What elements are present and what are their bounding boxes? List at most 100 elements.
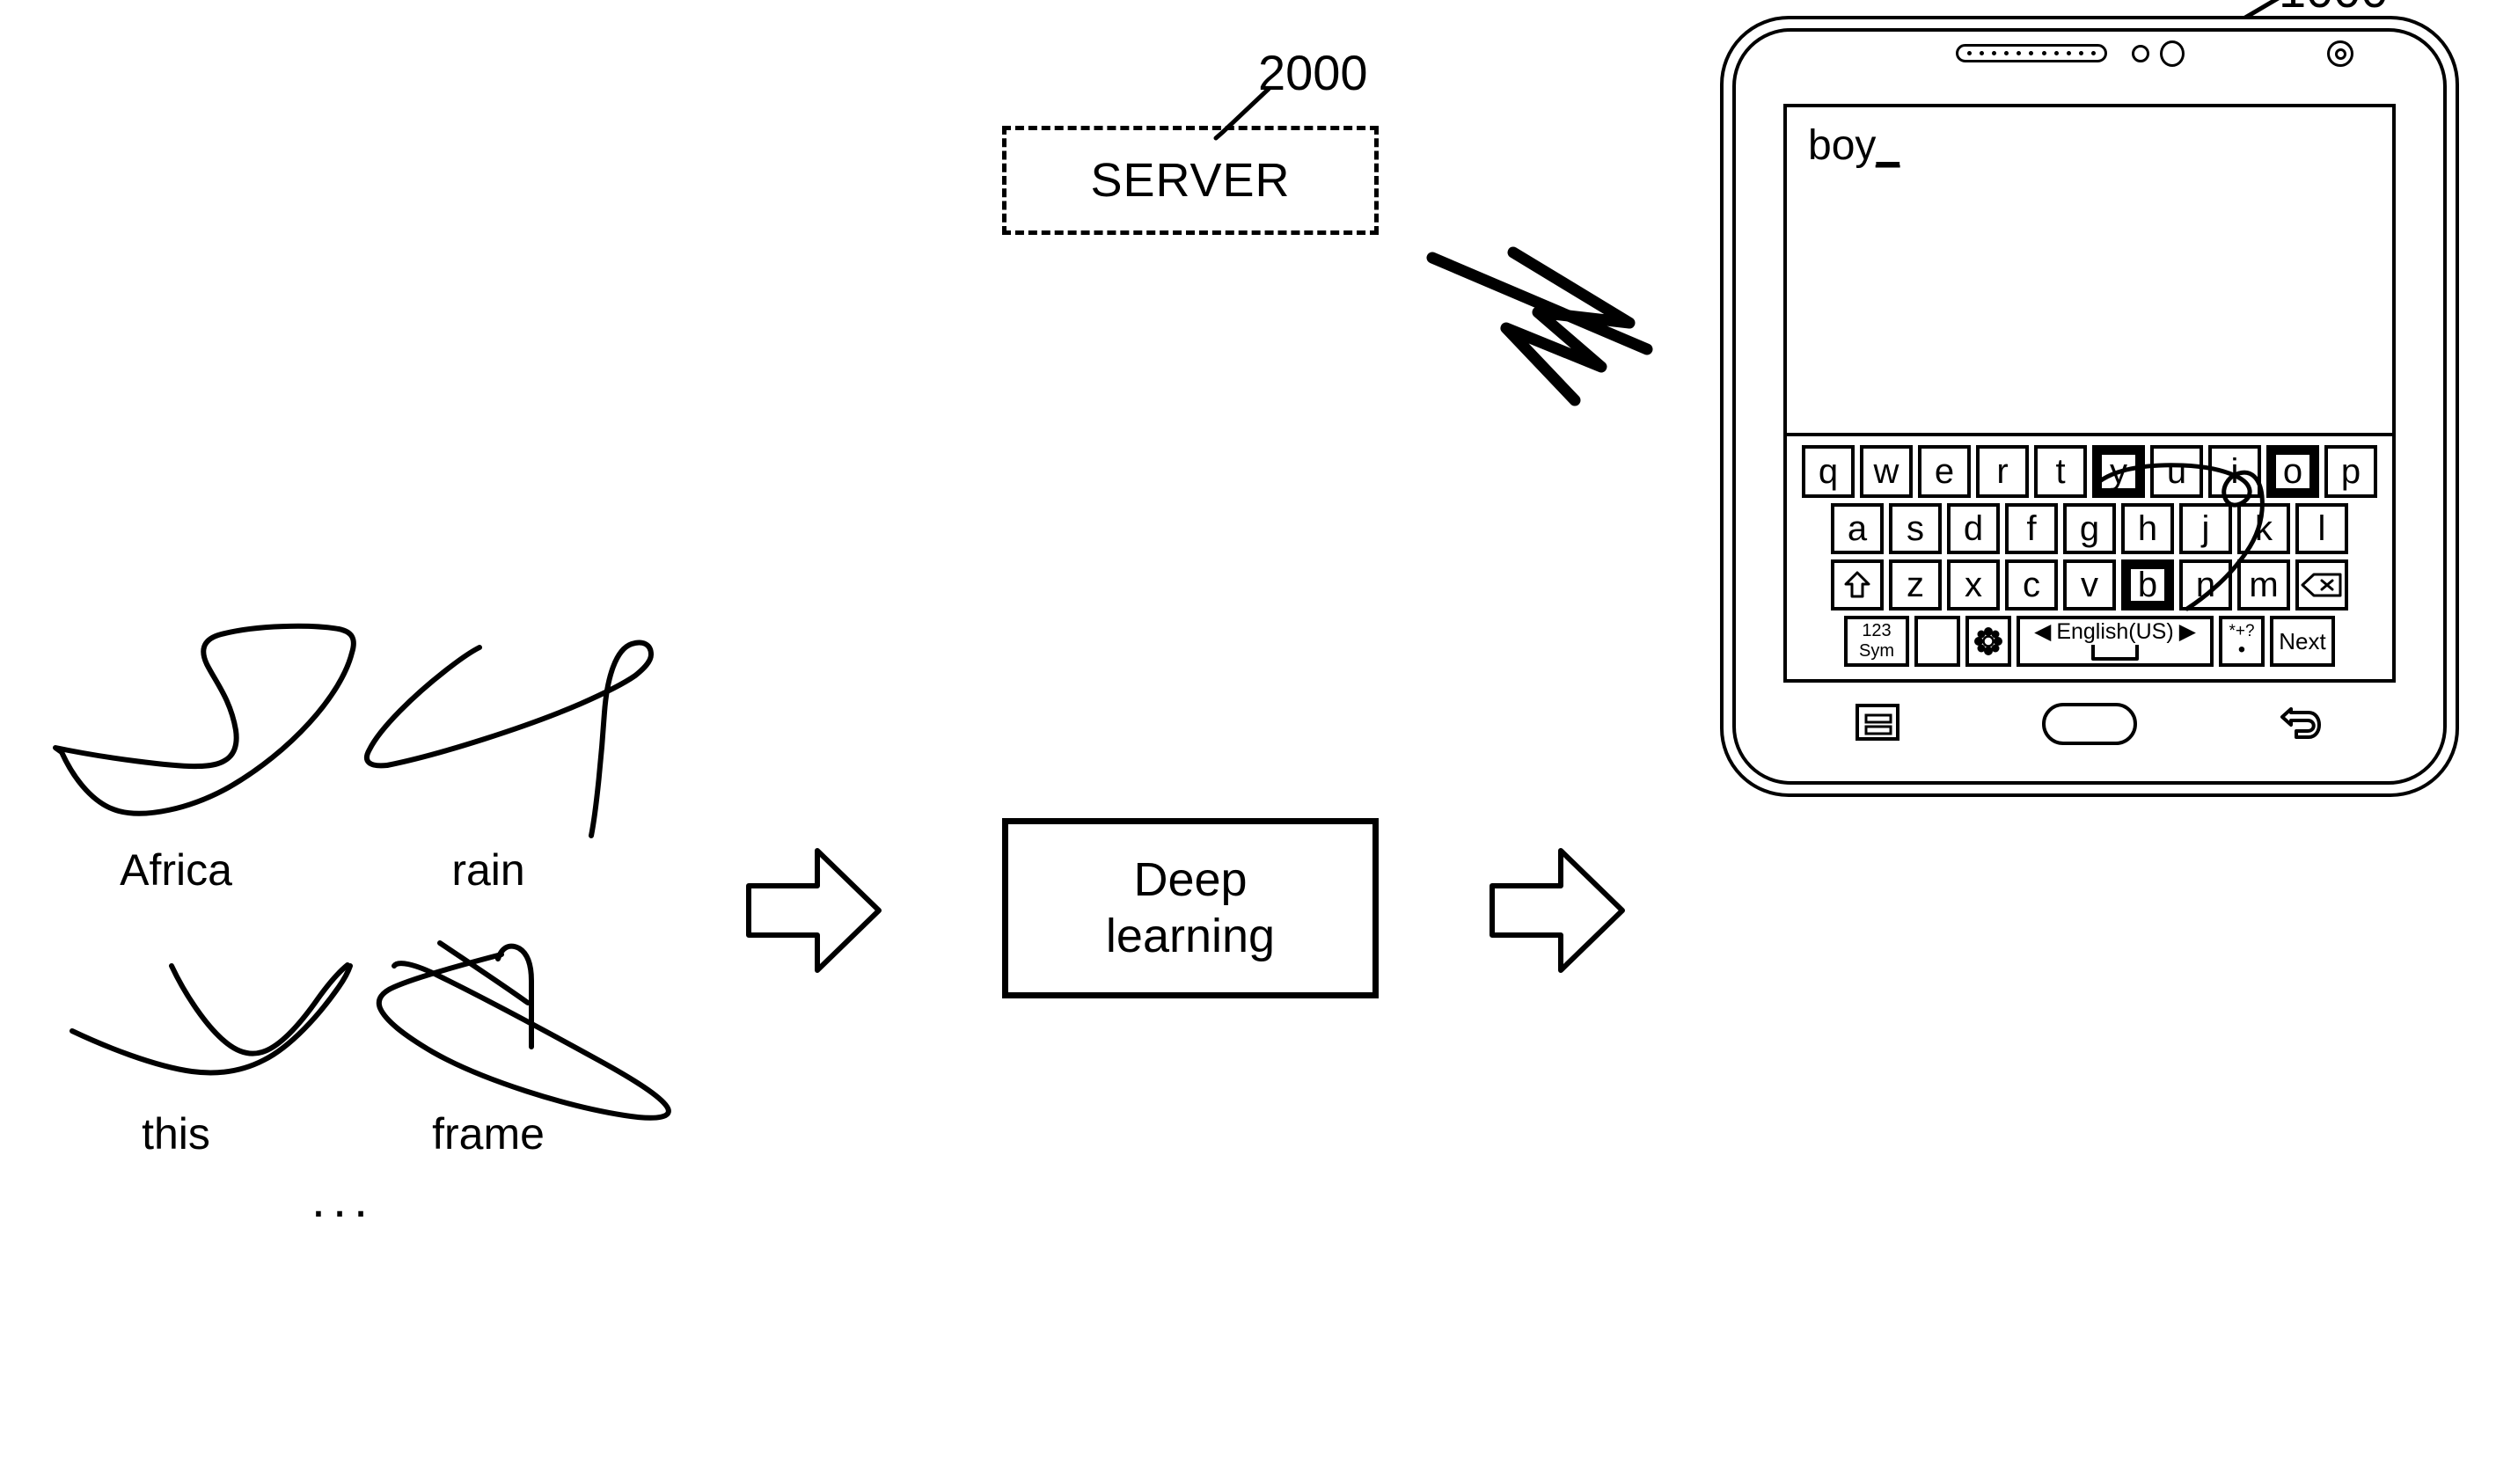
mobile-device: boy_ qwe r t yu i op asd fgh j kl zxc v bnm 123 Sy… [1720, 16, 2459, 797]
key-period[interactable]: *+? • [2219, 616, 2265, 667]
gesture-stroke-rain-2 [384, 640, 654, 838]
device-screen: boy_ qwe r t yu i op asd fgh j kl zxc v bnm 123 Sy… [1783, 104, 2396, 683]
device-navigation-bar [1783, 693, 2396, 755]
light-sensor-icon [2160, 40, 2185, 67]
key-u[interactable]: u [2150, 445, 2203, 498]
key-t[interactable]: t [2034, 445, 2087, 498]
patent-figure-canvas: 2000 SERVER Africa rain this frame ... D… [0, 0, 2496, 1484]
key-c[interactable]: c [2005, 559, 2058, 610]
key-r-label: r [1996, 452, 2009, 491]
key-next[interactable]: Next [2270, 616, 2335, 667]
key-emoji[interactable] [1965, 616, 2011, 667]
deep-learning-line-1: Deep [1133, 852, 1248, 906]
gesture-stroke-frame [437, 940, 531, 1005]
gesture-label-africa: Africa [120, 845, 232, 895]
key-w[interactable]: w [1860, 445, 1913, 498]
key-t-label: t [2055, 452, 2066, 491]
gesture-stroke-rain [363, 645, 482, 769]
key-shift[interactable] [1831, 559, 1884, 610]
key-m-label: m [2249, 566, 2279, 604]
key-f-label: f [2026, 509, 2037, 548]
key-l[interactable]: l [2295, 503, 2348, 554]
key-q[interactable]: q [1802, 445, 1855, 498]
key-s[interactable]: s [1889, 503, 1942, 554]
wireless-link-icon [1426, 246, 1653, 406]
key-d-label: d [1963, 509, 1984, 548]
shift-arrow-icon [1844, 571, 1870, 598]
next-language-arrow-icon[interactable]: ▶ [2179, 620, 2196, 644]
key-w-label: w [1873, 452, 1899, 491]
key-symbols[interactable]: 123 Sym [1844, 616, 1909, 667]
key-p[interactable]: p [2324, 445, 2377, 498]
nav-home-button[interactable] [2041, 703, 2137, 745]
key-o-label: o [2282, 452, 2303, 491]
key-j[interactable]: j [2179, 503, 2232, 554]
key-blank[interactable] [1914, 616, 1960, 667]
key-p-label: p [2340, 452, 2361, 491]
key-g[interactable]: g [2063, 503, 2116, 554]
flower-icon [1974, 627, 2002, 655]
key-y[interactable]: y [2092, 445, 2145, 498]
key-period-bottom: • [2237, 637, 2246, 662]
menu-icon [1855, 703, 1899, 741]
gesture-list-ellipsis: ... [311, 1171, 376, 1228]
keyboard-row-3: z x c v bnm [1787, 559, 2392, 610]
keyboard-row-1: qwe r t yu i op [1787, 445, 2392, 498]
server-label: SERVER [1090, 154, 1291, 207]
key-z[interactable]: z [1889, 559, 1942, 610]
key-v[interactable]: v [2063, 559, 2116, 610]
key-backspace[interactable] [2295, 559, 2348, 610]
key-h[interactable]: h [2121, 503, 2174, 554]
key-e[interactable]: e [1918, 445, 1971, 498]
key-n-label: n [2195, 566, 2216, 604]
key-e-label: e [1934, 452, 1955, 491]
key-a[interactable]: a [1831, 503, 1884, 554]
key-a-label: a [1847, 509, 1868, 548]
key-s-label: s [1907, 509, 1924, 548]
prev-language-arrow-icon[interactable]: ◀ [2034, 620, 2051, 644]
keyboard-row-2: asd f gh j k l [1787, 503, 2392, 554]
key-n[interactable]: n [2179, 559, 2232, 610]
back-arrow-icon [2280, 706, 2322, 739]
key-y-label: y [2110, 452, 2127, 491]
key-symbols-line2: Sym [1859, 641, 1894, 661]
key-i[interactable]: i [2208, 445, 2261, 498]
key-x[interactable]: x [1947, 559, 2000, 610]
earpiece-speaker-icon [1956, 44, 2107, 62]
key-j-label: j [2201, 509, 2210, 548]
nav-menu-button[interactable] [1855, 703, 1900, 746]
space-bar-icon [2091, 645, 2139, 662]
gesture-label-this: this [142, 1109, 210, 1159]
key-r[interactable]: r [1976, 445, 2029, 498]
key-space[interactable]: ◀ English(US) ▶ [2017, 616, 2214, 667]
key-d[interactable]: d [1947, 503, 2000, 554]
typed-text-value: boy [1808, 122, 1877, 169]
deep-learning-box: Deep learning [1002, 818, 1379, 998]
key-v-label: v [2081, 566, 2098, 604]
gesture-label-frame: frame [432, 1109, 545, 1159]
text-input-area[interactable]: boy_ [1787, 107, 2392, 436]
proximity-sensor-icon [2132, 45, 2149, 62]
key-h-label: h [2137, 509, 2158, 548]
gesture-stroke-this-2 [70, 963, 353, 1076]
key-o[interactable]: o [2266, 445, 2319, 498]
key-m[interactable]: m [2237, 559, 2290, 610]
front-camera-icon [2327, 40, 2353, 67]
key-u-label: u [2166, 452, 2187, 491]
key-b[interactable]: b [2121, 559, 2174, 610]
key-c-label: c [2023, 566, 2040, 604]
server-box: SERVER [1002, 126, 1379, 235]
key-f[interactable]: f [2005, 503, 2058, 554]
current-language-label: English(US) [2056, 618, 2174, 644]
key-i-label: i [2230, 452, 2239, 491]
key-b-label: b [2137, 566, 2158, 604]
arrow-samples-to-deeplearning [746, 848, 882, 973]
deep-learning-line-2: learning [1105, 909, 1276, 962]
on-screen-keyboard[interactable]: qwe r t yu i op asd fgh j kl zxc v bnm 123 Sym ◀ E… [1787, 436, 2392, 679]
key-k[interactable]: k [2237, 503, 2290, 554]
key-z-label: z [1907, 566, 1924, 604]
nav-back-button[interactable] [2279, 702, 2324, 747]
gesture-stroke-africa [53, 623, 356, 816]
key-k-label: k [2255, 509, 2273, 548]
key-space-language-row: ◀ English(US) ▶ [2034, 618, 2196, 644]
